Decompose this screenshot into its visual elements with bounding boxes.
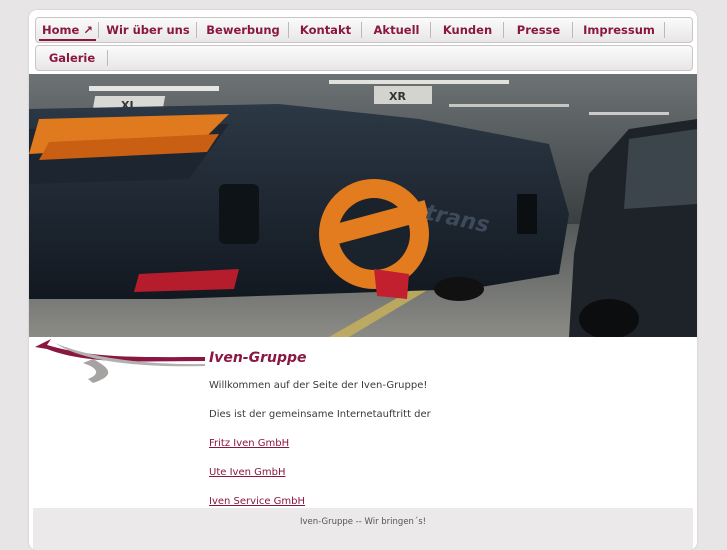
content-area: Iven-Gruppe Willkommen auf der Seite der…: [29, 337, 697, 507]
hero-image: XJ XR trans: [29, 74, 697, 337]
intro-text: Dies ist der gemeinsame Internetauftritt…: [209, 409, 431, 420]
nav-separator: [107, 50, 108, 66]
nav-galerie[interactable]: Galerie: [36, 46, 108, 70]
footer-text: Iven-Gruppe -- Wir bringen´s!: [299, 517, 427, 527]
nav-kontakt-label: Kontakt: [299, 23, 352, 37]
nav-aktuell[interactable]: Aktuell: [362, 18, 431, 42]
nav-aktuell-label: Aktuell: [373, 23, 420, 37]
nav-wir-ueber-uns[interactable]: Wir über uns: [99, 18, 197, 42]
nav-presse-label: Presse: [516, 23, 561, 37]
nav-kunden[interactable]: Kunden: [431, 18, 504, 42]
garage-van-illustration: XJ XR trans: [29, 74, 697, 337]
nav-home[interactable]: Home ↗: [36, 18, 99, 42]
nav-home-label: Home: [42, 23, 80, 37]
nav-bewerbung-label: Bewerbung: [206, 23, 280, 37]
footer: Iven-Gruppe -- Wir bringen´s!: [33, 508, 693, 550]
sign-right-text: XR: [389, 90, 406, 103]
page-heading: Iven-Gruppe: [209, 350, 307, 366]
link-iven-service[interactable]: Iven Service GmbH: [209, 496, 305, 507]
nav-wir-ueber-uns-label: Wir über uns: [106, 23, 190, 37]
swoosh-logo-icon: [35, 339, 205, 383]
nav-presse[interactable]: Presse: [504, 18, 573, 42]
nav-kontakt[interactable]: Kontakt: [289, 18, 362, 42]
nav-bewerbung[interactable]: Bewerbung: [197, 18, 289, 42]
page-container: Home ↗ Wir über uns Bewerbung Kontakt Akt…: [29, 10, 697, 550]
main-navigation: Home ↗ Wir über uns Bewerbung Kontakt Akt…: [35, 17, 693, 43]
nav-galerie-label: Galerie: [48, 51, 96, 65]
link-ute-iven[interactable]: Ute Iven GmbH: [209, 467, 285, 478]
arrow-up-right-icon: ↗: [83, 23, 93, 37]
nav-impressum[interactable]: Impressum: [573, 18, 665, 42]
nav-kunden-label: Kunden: [442, 23, 493, 37]
secondary-navigation: Galerie: [35, 45, 693, 71]
welcome-text: Willkommen auf der Seite der Iven-Gruppe…: [209, 380, 428, 391]
nav-separator: [664, 22, 665, 38]
nav-impressum-label: Impressum: [583, 23, 655, 37]
link-fritz-iven[interactable]: Fritz Iven GmbH: [209, 438, 289, 449]
